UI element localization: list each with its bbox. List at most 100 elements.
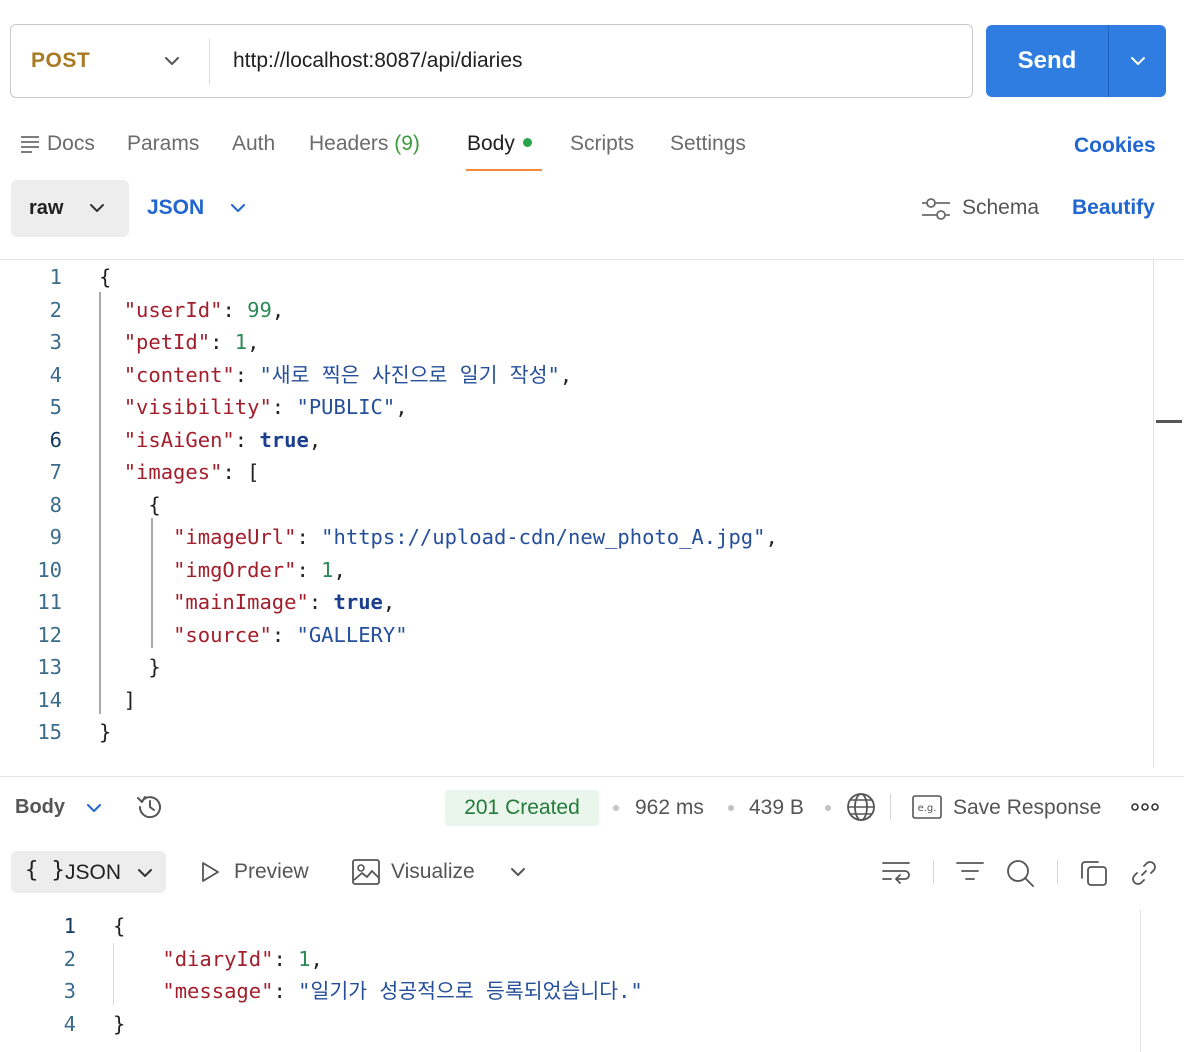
code-line[interactable]: 8 { (0, 489, 1150, 521)
braces-icon: { } (25, 858, 65, 883)
code-line[interactable]: 3 "petId": 1, (0, 326, 1150, 358)
code-token: : (222, 297, 248, 322)
code-token: "source" (173, 622, 272, 647)
code-line[interactable]: 14 ] (0, 684, 1150, 716)
response-format-select[interactable]: { } JSON (11, 851, 166, 893)
code-text: "message": "일기가 성공적으로 등록되었습니다." (113, 975, 643, 1007)
code-line[interactable]: 2 "userId": 99, (0, 294, 1150, 326)
code-token: } (99, 720, 112, 744)
code-text: "visibility": "PUBLIC", (99, 391, 408, 423)
indent-guide (151, 518, 153, 648)
code-line[interactable]: 5 "visibility": "PUBLIC", (0, 391, 1150, 423)
code-token: : (296, 557, 322, 582)
code-line[interactable]: 12 "source": "GALLERY" (0, 619, 1150, 651)
tab-settings[interactable]: Settings (670, 130, 746, 160)
separator-dot (613, 805, 619, 811)
filter-icon[interactable] (955, 859, 985, 885)
status-badge[interactable]: 201 Created (445, 790, 599, 826)
schema-sliders-icon[interactable] (920, 196, 952, 222)
code-text: } (113, 1008, 125, 1040)
editor-scrollbar[interactable] (1153, 260, 1154, 768)
cookies-link[interactable]: Cookies (1074, 134, 1156, 158)
wrap-lines-icon[interactable] (881, 859, 911, 885)
tab-docs[interactable]: Docs (47, 130, 95, 160)
code-token: , (559, 362, 573, 387)
code-line[interactable]: 10 "imgOrder": 1, (0, 554, 1150, 586)
code-line[interactable]: 2 "diaryId": 1, (0, 943, 1140, 975)
response-format-label: JSON (65, 861, 122, 884)
body-mode-select[interactable]: raw (11, 180, 129, 237)
method-select[interactable]: POST (11, 25, 209, 97)
response-time[interactable]: 962 ms (635, 796, 704, 820)
response-size[interactable]: 439 B (749, 796, 804, 820)
code-token: "isAiGen" (123, 427, 235, 452)
code-token: ] (99, 687, 137, 712)
code-token: : (273, 946, 299, 971)
code-line[interactable]: 3 "message": "일기가 성공적으로 등록되었습니다." (0, 975, 1140, 1007)
code-text: "mainImage": true, (99, 586, 395, 618)
code-line[interactable]: 6 "isAiGen": true, (0, 424, 1150, 456)
code-token: { (99, 492, 161, 517)
line-number: 3 (49, 330, 62, 354)
code-token: } (99, 655, 161, 679)
code-token: { (113, 914, 126, 938)
chevron-down-icon[interactable] (84, 798, 104, 818)
copy-icon[interactable] (1080, 859, 1108, 887)
response-scrollbar[interactable] (1140, 910, 1141, 1052)
save-response-icon[interactable]: e.g. (912, 795, 942, 819)
send-button[interactable]: Send (986, 25, 1108, 97)
tab-body[interactable]: Body (467, 130, 532, 160)
editor-scroll-thumb[interactable] (1156, 420, 1182, 423)
code-text: { (99, 489, 161, 521)
tab-params[interactable]: Params (127, 130, 199, 160)
line-number: 10 (37, 557, 62, 582)
code-text: "imageUrl": "https://upload-cdn/new_phot… (99, 521, 778, 553)
body-format-select[interactable]: JSON (147, 196, 204, 220)
line-number: 14 (37, 687, 62, 712)
schema-button[interactable]: Schema (962, 196, 1039, 220)
tab-headers[interactable]: Headers (9) (309, 130, 420, 160)
code-line[interactable]: 9 "imageUrl": "https://upload-cdn/new_ph… (0, 521, 1150, 553)
response-body-select[interactable]: Body (15, 796, 65, 819)
visualize-button[interactable]: Visualize (391, 860, 475, 884)
play-icon[interactable] (199, 861, 221, 883)
history-icon[interactable] (134, 792, 166, 822)
chevron-down-icon[interactable] (508, 862, 528, 882)
pane-divider[interactable] (0, 776, 1184, 777)
link-icon[interactable] (1130, 859, 1158, 887)
code-line[interactable]: 4 "content": "새로 찍은 사진으로 일기 작성", (0, 359, 1150, 391)
chevron-down-icon[interactable] (228, 198, 248, 218)
code-token: "일기가 성공적으로 등록되었습니다." (298, 979, 643, 1003)
save-response-button[interactable]: Save Response (953, 796, 1101, 820)
more-options-icon[interactable] (1131, 801, 1159, 813)
code-token: "images" (123, 460, 223, 484)
preview-button[interactable]: Preview (234, 860, 309, 884)
code-line[interactable]: 7 "images": [ (0, 456, 1150, 488)
code-line[interactable]: 15} (0, 716, 1150, 748)
image-icon[interactable] (352, 859, 380, 885)
code-line[interactable]: 1{ (0, 261, 1150, 293)
beautify-button[interactable]: Beautify (1072, 196, 1155, 220)
tab-scripts[interactable]: Scripts (570, 130, 634, 160)
tab-auth[interactable]: Auth (232, 130, 275, 160)
code-line[interactable]: 11 "mainImage": true, (0, 586, 1150, 618)
code-text: "userId": 99, (99, 294, 284, 326)
search-icon[interactable] (1005, 859, 1035, 887)
code-line[interactable]: 4} (0, 1008, 1140, 1040)
indent-guide (99, 292, 101, 714)
code-token: "imageUrl" (173, 525, 297, 549)
line-number: 3 (63, 979, 76, 1003)
code-line[interactable]: 13 } (0, 651, 1150, 683)
url-input[interactable]: http://localhost:8087/api/diaries (233, 49, 523, 73)
send-options-button[interactable] (1109, 25, 1166, 97)
code-token: : (271, 622, 297, 647)
tab-body-label: Body (467, 132, 515, 155)
code-line[interactable]: 1{ (0, 910, 1140, 942)
code-text: { (113, 910, 125, 942)
separator-dot (825, 805, 831, 811)
globe-icon[interactable] (846, 792, 876, 822)
indent-guide (113, 943, 114, 1005)
